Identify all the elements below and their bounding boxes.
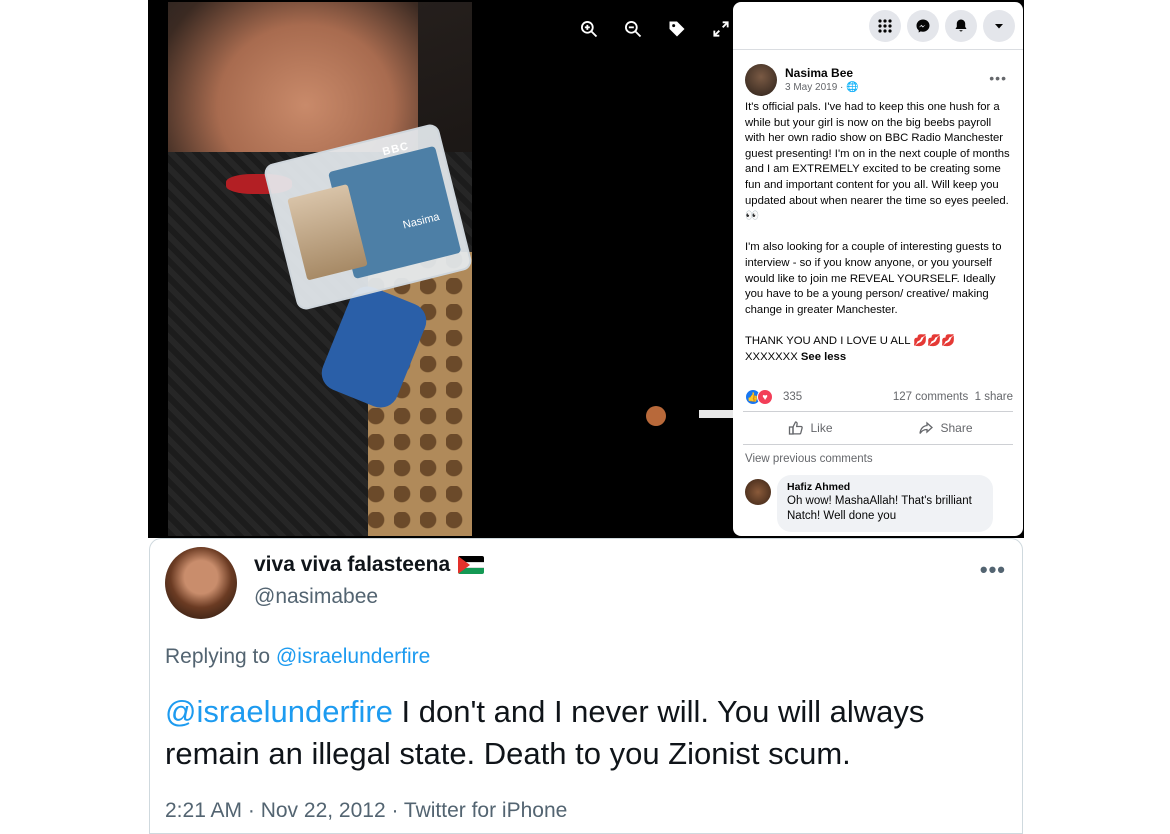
account-dropdown-icon[interactable] bbox=[983, 10, 1015, 42]
post-author[interactable]: Nasima Bee bbox=[785, 66, 853, 80]
viewer-toolbar bbox=[578, 18, 732, 40]
tweet-card: viva viva falasteena @nasimabee ••• Repl… bbox=[149, 538, 1023, 834]
messenger-icon[interactable] bbox=[907, 10, 939, 42]
see-less-link[interactable]: See less bbox=[801, 351, 846, 363]
screenshot-composite: BBC Nasima Nasima Bee 3 May 2019 · 🌐 •••… bbox=[0, 0, 1170, 834]
commenter-avatar[interactable] bbox=[745, 479, 771, 506]
comment-item: Hafiz Ahmed Oh wow! MashaAllah! That's b… bbox=[733, 465, 1023, 533]
share-label: Share bbox=[940, 421, 973, 436]
replying-to-prefix: Replying to bbox=[165, 645, 276, 668]
palestine-flag-icon bbox=[458, 556, 485, 574]
reaction-count[interactable]: 335 bbox=[783, 391, 802, 403]
post-header: Nasima Bee 3 May 2019 · 🌐 ••• bbox=[733, 50, 1023, 98]
comment-bubble: Hafiz Ahmed Oh wow! MashaAllah! That's b… bbox=[777, 475, 993, 533]
comment-text: Oh wow! MashaAllah! That's brilliant Nat… bbox=[787, 495, 972, 523]
tweet-mention-link[interactable]: @israelunderfire bbox=[165, 694, 393, 729]
like-label: Like bbox=[810, 421, 833, 436]
tweet-display-name[interactable]: viva viva falasteena bbox=[254, 553, 450, 577]
tweet-more-button[interactable]: ••• bbox=[980, 557, 1006, 583]
share-arrow-icon bbox=[919, 421, 934, 434]
replying-to-link[interactable]: @israelunderfire bbox=[276, 645, 430, 668]
comments-count[interactable]: 127 comments bbox=[893, 391, 968, 403]
zoom-in-icon[interactable] bbox=[578, 18, 600, 40]
tweet-handle[interactable]: @nasimabee bbox=[254, 585, 378, 609]
tweet-text: @israelunderfire I don't and I never wil… bbox=[165, 691, 1015, 775]
menu-grid-icon[interactable] bbox=[869, 10, 901, 42]
commenter-name[interactable]: Hafiz Ahmed bbox=[787, 481, 983, 493]
tweet-name-row: viva viva falasteena bbox=[254, 553, 485, 577]
thumbs-up-icon bbox=[789, 421, 804, 435]
decorative-dot bbox=[646, 406, 666, 426]
photo-area: BBC Nasima bbox=[148, 0, 733, 538]
post-paragraph-3: THANK YOU AND I LOVE U ALL 💋💋💋 XXXXXXX bbox=[745, 334, 956, 363]
post-paragraph-1: It's official pals. I've had to keep thi… bbox=[745, 101, 1010, 223]
reaction-icons[interactable]: 👍 ♥ bbox=[745, 389, 773, 406]
like-button[interactable]: Like bbox=[743, 412, 878, 444]
post-paragraph-2: I'm also looking for a couple of interes… bbox=[745, 241, 1002, 316]
zoom-out-icon[interactable] bbox=[622, 18, 644, 40]
top-bar-icons bbox=[869, 10, 1015, 42]
tweet-avatar[interactable] bbox=[165, 547, 237, 619]
post-panel: Nasima Bee 3 May 2019 · 🌐 ••• It's offic… bbox=[733, 2, 1023, 536]
post-options-button[interactable]: ••• bbox=[989, 70, 1007, 86]
notifications-icon[interactable] bbox=[945, 10, 977, 42]
tweet-timestamp[interactable]: 2:21 AM · Nov 22, 2012 · Twitter for iPh… bbox=[165, 799, 567, 823]
fullscreen-icon[interactable] bbox=[710, 18, 732, 40]
post-photo[interactable]: BBC Nasima bbox=[168, 2, 472, 536]
comments-shares: 127 comments 1 share bbox=[893, 391, 1013, 403]
share-button[interactable]: Share bbox=[878, 412, 1013, 444]
author-avatar[interactable] bbox=[745, 64, 777, 96]
post-body: It's official pals. I've had to keep thi… bbox=[733, 98, 1023, 365]
post-date[interactable]: 3 May 2019 · 🌐 bbox=[785, 82, 859, 93]
love-reaction-icon: ♥ bbox=[757, 389, 773, 406]
replying-to: Replying to @israelunderfire bbox=[165, 645, 430, 669]
tag-icon[interactable] bbox=[666, 18, 688, 40]
top-bar bbox=[733, 2, 1023, 50]
view-previous-comments-link[interactable]: View previous comments bbox=[733, 445, 1023, 465]
post-stats: 👍 ♥ 335 127 comments 1 share bbox=[733, 379, 1023, 411]
decorative-dash bbox=[699, 410, 733, 418]
shares-count[interactable]: 1 share bbox=[975, 391, 1013, 403]
post-actions: Like Share bbox=[743, 411, 1013, 446]
facebook-photo-viewer: BBC Nasima Nasima Bee 3 May 2019 · 🌐 •••… bbox=[148, 0, 1024, 538]
